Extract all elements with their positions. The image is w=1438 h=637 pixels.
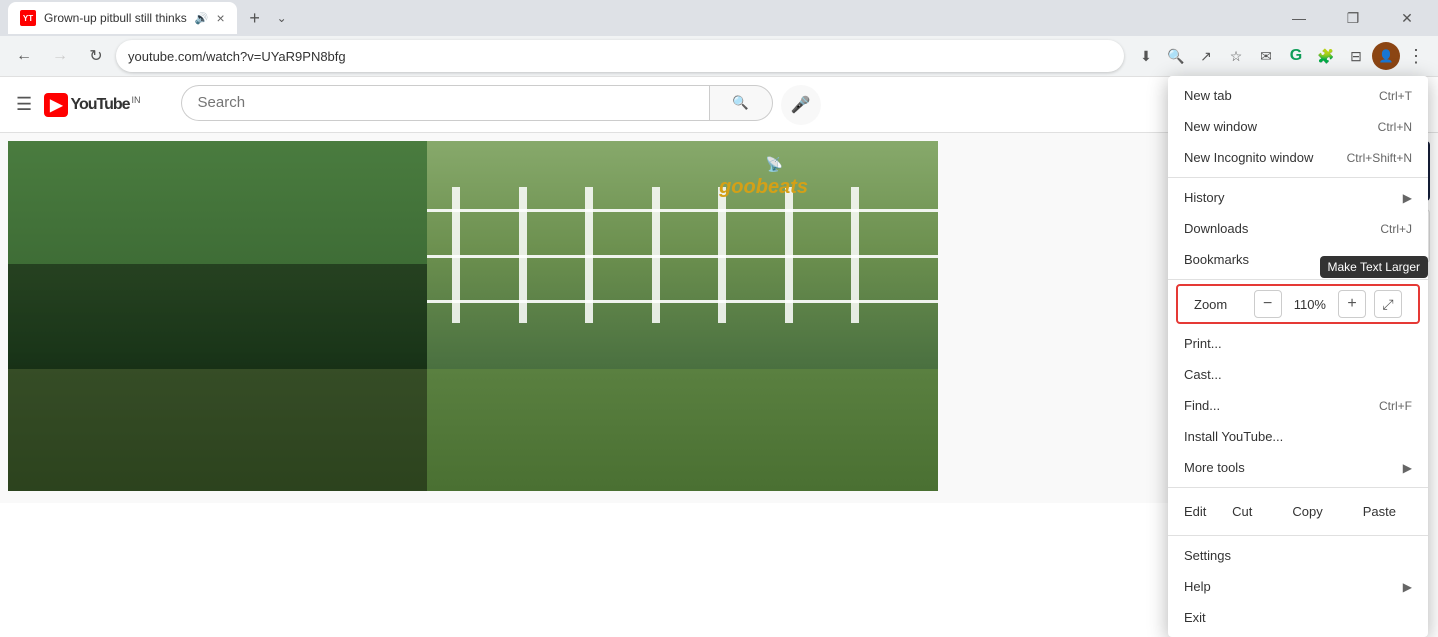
menu-item-exit[interactable]: Exit bbox=[1168, 602, 1428, 633]
video-section: goobeats 📡 bbox=[0, 133, 1228, 503]
menu-label-cast: Cast... bbox=[1184, 367, 1222, 382]
paste-button[interactable]: Paste bbox=[1347, 500, 1412, 523]
menu-item-more-tools[interactable]: More tools ▶ bbox=[1168, 452, 1428, 483]
back-button[interactable]: ← bbox=[8, 40, 40, 72]
zoom-icon[interactable]: 🔍 bbox=[1162, 42, 1190, 70]
chrome-menu-button[interactable]: ⋮ bbox=[1402, 42, 1430, 70]
video-watermark: goobeats bbox=[719, 176, 808, 199]
cut-button[interactable]: Cut bbox=[1216, 500, 1268, 523]
minimize-button[interactable]: — bbox=[1276, 2, 1322, 34]
edit-row: Edit Cut Copy Paste bbox=[1168, 492, 1428, 531]
zoom-value: 110% bbox=[1282, 297, 1338, 312]
extensions-icon[interactable]: 🧩 bbox=[1312, 42, 1340, 70]
menu-label-bookmarks: Bookmarks bbox=[1184, 252, 1249, 267]
menu-label-new-tab: New tab bbox=[1184, 88, 1232, 103]
menu-label-history: History bbox=[1184, 190, 1224, 205]
menu-arrow-more-tools: ▶ bbox=[1403, 461, 1412, 475]
copy-button[interactable]: Copy bbox=[1276, 500, 1338, 523]
menu-shortcut-new-tab: Ctrl+T bbox=[1379, 89, 1412, 103]
google-icon[interactable]: G bbox=[1282, 42, 1310, 70]
menu-label-print: Print... bbox=[1184, 336, 1222, 351]
bookmark-icon[interactable]: ☆ bbox=[1222, 42, 1250, 70]
profile-avatar[interactable]: 👤 bbox=[1372, 42, 1400, 70]
search-box: 🔍 🎤 bbox=[181, 85, 821, 125]
menu-arrow-help: ▶ bbox=[1403, 580, 1412, 594]
menu-arrow-history: ▶ bbox=[1403, 191, 1412, 205]
menu-shortcut-downloads: Ctrl+J bbox=[1380, 222, 1412, 236]
new-tab-button[interactable]: + bbox=[241, 4, 269, 32]
refresh-button[interactable]: ↻ bbox=[80, 40, 112, 72]
menu-item-find[interactable]: Find... Ctrl+F bbox=[1168, 390, 1428, 421]
menu-divider-2 bbox=[1168, 279, 1428, 280]
tab-audio-icon[interactable]: 🔊 bbox=[195, 12, 209, 25]
youtube-logo-text: YouTube bbox=[70, 96, 129, 114]
youtube-logo-icon: ▶ bbox=[44, 93, 68, 117]
active-tab[interactable]: YT Grown-up pitbull still thinks 🔊 × bbox=[8, 2, 237, 34]
menu-item-history[interactable]: History ▶ bbox=[1168, 182, 1428, 213]
maximize-button[interactable]: ❐ bbox=[1330, 2, 1376, 34]
menu-item-install[interactable]: Install YouTube... bbox=[1168, 421, 1428, 452]
chrome-menu: New tab Ctrl+T New window Ctrl+N New Inc… bbox=[1168, 76, 1428, 637]
zoom-plus-button[interactable]: + bbox=[1338, 290, 1366, 318]
menu-divider-1 bbox=[1168, 177, 1428, 178]
search-input[interactable] bbox=[181, 85, 709, 121]
forward-button[interactable]: → bbox=[44, 40, 76, 72]
menu-item-settings[interactable]: Settings bbox=[1168, 540, 1428, 571]
menu-item-cast[interactable]: Cast... bbox=[1168, 359, 1428, 390]
menu-label-incognito: New Incognito window bbox=[1184, 150, 1313, 165]
menu-label-more-tools: More tools bbox=[1184, 460, 1245, 475]
tab-bar: YT Grown-up pitbull still thinks 🔊 × + ⌄… bbox=[0, 0, 1438, 36]
menu-item-new-window[interactable]: New window Ctrl+N bbox=[1168, 111, 1428, 142]
menu-shortcut-incognito: Ctrl+Shift+N bbox=[1347, 151, 1412, 165]
menu-shortcut-new-window: Ctrl+N bbox=[1378, 120, 1412, 134]
tab-favicon: YT bbox=[20, 10, 36, 26]
menu-item-downloads[interactable]: Downloads Ctrl+J bbox=[1168, 213, 1428, 244]
search-button[interactable]: 🔍 bbox=[709, 85, 773, 121]
address-input[interactable] bbox=[116, 40, 1124, 72]
tab-overflow-button[interactable]: ⌄ bbox=[277, 11, 287, 25]
tab-close-button[interactable]: × bbox=[216, 10, 224, 26]
menu-label-install: Install YouTube... bbox=[1184, 429, 1283, 444]
share-icon[interactable]: ↗ bbox=[1192, 42, 1220, 70]
tab-title: Grown-up pitbull still thinks bbox=[44, 11, 187, 25]
youtube-logo[interactable]: ▶ YouTube IN bbox=[44, 93, 140, 117]
menu-label-help: Help bbox=[1184, 579, 1211, 594]
menu-item-new-tab[interactable]: New tab Ctrl+T bbox=[1168, 80, 1428, 111]
address-bar: ← → ↻ ⬇ 🔍 ↗ ☆ ✉ G 🧩 ⊟ 👤 ⋮ bbox=[0, 36, 1438, 76]
zoom-minus-button[interactable]: − bbox=[1254, 290, 1282, 318]
edit-label: Edit bbox=[1184, 504, 1206, 519]
video-antenna-icon: 📡 bbox=[766, 156, 783, 173]
toolbar-icons: ⬇ 🔍 ↗ ☆ ✉ G 🧩 ⊟ 👤 ⋮ bbox=[1132, 42, 1430, 70]
mic-button[interactable]: 🎤 bbox=[781, 85, 821, 125]
mail-icon[interactable]: ✉ bbox=[1252, 42, 1280, 70]
menu-shortcut-find: Ctrl+F bbox=[1379, 399, 1412, 413]
zoom-fullscreen-button[interactable]: ⤢ bbox=[1374, 290, 1402, 318]
zoom-row: Zoom − 110% + ⤢ bbox=[1176, 284, 1420, 324]
video-player[interactable]: goobeats 📡 bbox=[8, 141, 938, 491]
menu-label-new-window: New window bbox=[1184, 119, 1257, 134]
hamburger-menu-button[interactable]: ☰ bbox=[16, 94, 32, 115]
window-controls: — ❐ ✕ bbox=[1276, 2, 1430, 34]
menu-label-downloads: Downloads bbox=[1184, 221, 1248, 236]
menu-label-settings: Settings bbox=[1184, 548, 1231, 563]
menu-item-print[interactable]: Print... bbox=[1168, 328, 1428, 359]
zoom-label: Zoom bbox=[1194, 297, 1254, 312]
menu-item-help[interactable]: Help ▶ bbox=[1168, 571, 1428, 602]
menu-label-find: Find... bbox=[1184, 398, 1220, 413]
menu-label-exit: Exit bbox=[1184, 610, 1206, 625]
cast-icon[interactable]: ⊟ bbox=[1342, 42, 1370, 70]
close-button[interactable]: ✕ bbox=[1384, 2, 1430, 34]
browser-chrome: YT Grown-up pitbull still thinks 🔊 × + ⌄… bbox=[0, 0, 1438, 77]
youtube-logo-in: IN bbox=[132, 95, 141, 105]
make-text-larger-tooltip: Make Text Larger bbox=[1320, 256, 1429, 278]
menu-item-incognito[interactable]: New Incognito window Ctrl+Shift+N bbox=[1168, 142, 1428, 173]
menu-divider-3 bbox=[1168, 487, 1428, 488]
menu-divider-4 bbox=[1168, 535, 1428, 536]
download-icon[interactable]: ⬇ bbox=[1132, 42, 1160, 70]
